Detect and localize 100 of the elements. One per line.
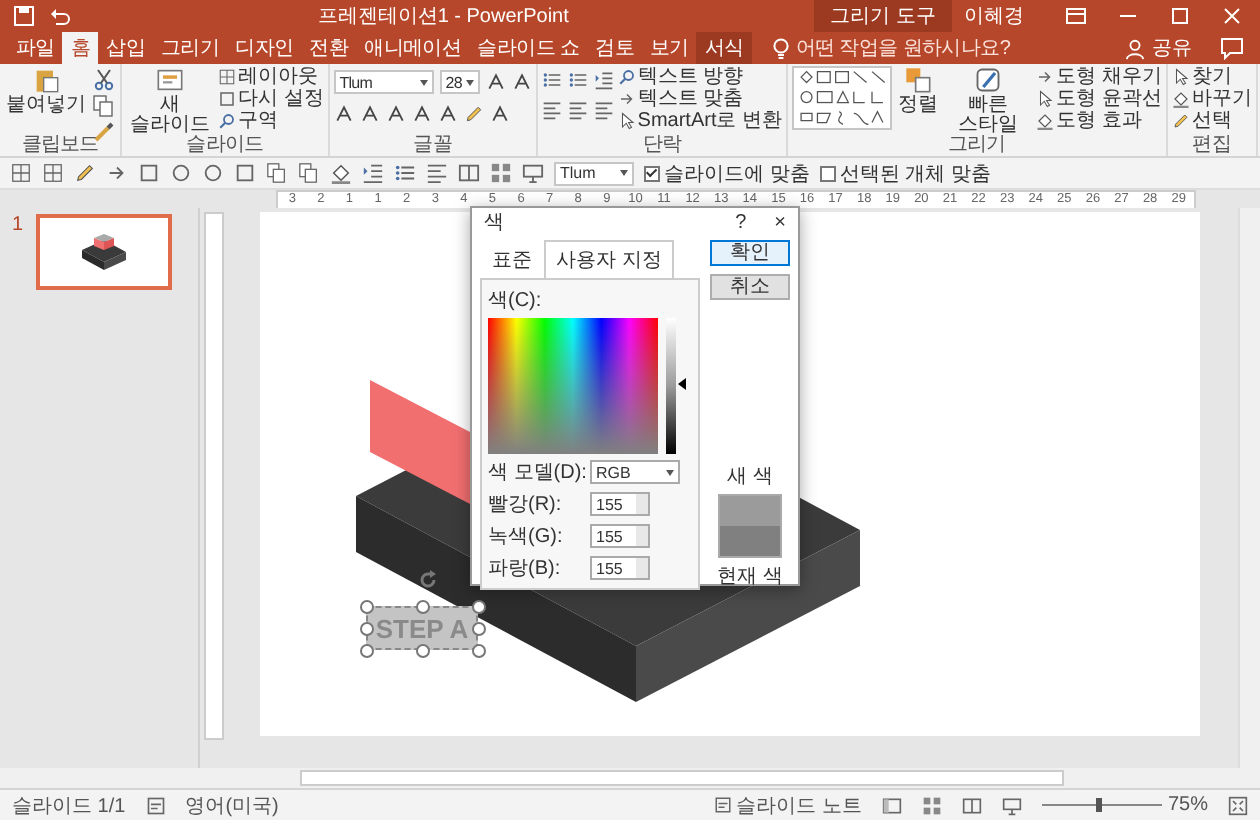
ribbon-tab[interactable]: 전환 bbox=[301, 32, 357, 64]
letter-icon[interactable] bbox=[437, 104, 458, 124]
resize-handle[interactable] bbox=[416, 600, 430, 614]
slideshow-icon[interactable] bbox=[522, 162, 544, 184]
maximize-icon[interactable] bbox=[1168, 4, 1192, 28]
font-name-field[interactable]: Tlum bbox=[333, 70, 434, 94]
ribbon-button[interactable]: SmartArt로 변환 bbox=[617, 110, 783, 132]
ribbon-tab[interactable]: 애니메이션 bbox=[356, 32, 470, 64]
luminance-pointer-icon[interactable] bbox=[678, 378, 686, 390]
ribbon-button[interactable]: 레이아웃 bbox=[218, 66, 324, 88]
letter-icon[interactable] bbox=[411, 104, 432, 124]
share-button[interactable]: 공유 bbox=[1112, 32, 1204, 64]
ribbon-tab[interactable]: 파일 bbox=[8, 32, 63, 64]
shapes-gallery[interactable] bbox=[792, 66, 893, 130]
horizontal-scrollbar[interactable] bbox=[0, 768, 1260, 788]
bullet-list-icon[interactable] bbox=[541, 70, 562, 90]
ribbon-button[interactable]: 바꾸기 bbox=[1171, 88, 1252, 110]
grid-icon[interactable] bbox=[42, 162, 64, 184]
indent-icon[interactable] bbox=[362, 162, 384, 184]
ribbon-button[interactable]: 새 슬라이드 bbox=[126, 66, 214, 136]
circle-icon[interactable] bbox=[202, 162, 224, 184]
help-button[interactable]: ? bbox=[735, 211, 747, 233]
ribbon-button[interactable]: 도형 채우기 bbox=[1036, 66, 1162, 88]
undo-icon[interactable] bbox=[48, 4, 72, 28]
letter-icon[interactable] bbox=[359, 104, 380, 124]
tell-me-field[interactable]: 어떤 작업을 원하시나요? bbox=[795, 37, 1032, 59]
copy-icon[interactable] bbox=[92, 94, 116, 118]
dialog-tab[interactable]: 사용자 지정 bbox=[544, 240, 674, 278]
slide-sorter-icon[interactable] bbox=[921, 795, 942, 815]
number-field[interactable]: 155 bbox=[590, 556, 650, 580]
letter-icon[interactable] bbox=[511, 72, 532, 92]
letter-icon[interactable] bbox=[333, 104, 354, 124]
bullet-list-icon[interactable] bbox=[567, 70, 588, 90]
letter-icon[interactable] bbox=[485, 72, 506, 92]
arrow-icon[interactable] bbox=[106, 162, 128, 184]
fit-checkbox[interactable]: 슬라이드에 맞춤 bbox=[644, 159, 810, 187]
letter-icon[interactable] bbox=[489, 104, 510, 124]
indent-icon[interactable] bbox=[593, 70, 614, 90]
ribbon-tab[interactable]: 그리기 bbox=[153, 32, 228, 64]
number-field[interactable]: 155 bbox=[590, 524, 650, 548]
font-size-field[interactable]: 28 bbox=[439, 70, 480, 94]
paint-bucket-icon[interactable] bbox=[330, 162, 352, 184]
bullet-list-icon[interactable] bbox=[394, 162, 416, 184]
ribbon-button[interactable]: 도형 효과 bbox=[1036, 110, 1162, 132]
ribbon-tab[interactable]: 디자인 bbox=[227, 32, 302, 64]
dialog-tab[interactable]: 표준 bbox=[480, 240, 544, 278]
slideshow-icon[interactable] bbox=[1001, 795, 1022, 815]
fit-checkbox[interactable]: 선택된 개체 맞춤 bbox=[819, 159, 991, 187]
ribbon-button[interactable]: 도형 윤곽선 bbox=[1036, 88, 1162, 110]
letter-icon[interactable] bbox=[385, 104, 406, 124]
ribbon-button[interactable]: 구역 bbox=[218, 110, 324, 132]
ribbon-button[interactable]: 찾기 bbox=[1171, 66, 1252, 88]
align-left-icon[interactable] bbox=[567, 100, 588, 120]
ribbon-button[interactable]: 다시 설정 bbox=[218, 88, 324, 110]
user-name[interactable]: 이혜경 bbox=[964, 2, 1024, 30]
ribbon-button[interactable]: 텍스트 방향 bbox=[617, 66, 783, 88]
ribbon-tab[interactable]: 슬라이드 쇼 bbox=[469, 32, 588, 64]
notes-button[interactable]: 슬라이드 노트 bbox=[714, 791, 862, 819]
reading-view-icon[interactable] bbox=[458, 162, 480, 184]
ribbon-tab[interactable]: 검토 bbox=[587, 32, 643, 64]
ribbon-tab[interactable]: 삽입 bbox=[98, 32, 154, 64]
ribbon-button[interactable]: 붙여넣기 bbox=[4, 66, 88, 116]
slide-thumbnail[interactable] bbox=[35, 214, 172, 290]
square-icon[interactable] bbox=[138, 162, 160, 184]
dialog-button[interactable]: 취소 bbox=[710, 274, 790, 300]
align-left-icon[interactable] bbox=[426, 162, 448, 184]
color-model-dropdown[interactable]: RGB bbox=[590, 460, 680, 484]
luminance-bar[interactable] bbox=[666, 318, 676, 454]
reading-view-icon[interactable] bbox=[961, 795, 982, 815]
ribbon-tab[interactable]: 홈 bbox=[62, 32, 99, 64]
align-left-icon[interactable] bbox=[541, 100, 562, 120]
ribbon-button[interactable]: 텍스트 맞춤 bbox=[617, 88, 783, 110]
copy-icon[interactable] bbox=[298, 162, 320, 184]
pencil-icon[interactable] bbox=[74, 162, 96, 184]
rotate-handle-icon[interactable] bbox=[416, 568, 440, 592]
grid-icon[interactable] bbox=[10, 162, 32, 184]
close-button[interactable]: × bbox=[774, 211, 786, 233]
normal-view-icon[interactable] bbox=[881, 795, 902, 815]
color-spectrum[interactable] bbox=[488, 318, 658, 454]
align-left-icon[interactable] bbox=[593, 100, 614, 120]
circle-icon[interactable] bbox=[170, 162, 192, 184]
close-icon[interactable] bbox=[1220, 4, 1244, 28]
ribbon-options-icon[interactable] bbox=[1064, 4, 1088, 28]
language-indicator[interactable]: 영어(미국) bbox=[185, 791, 279, 819]
slide-sorter-icon[interactable] bbox=[490, 162, 512, 184]
ribbon-tab[interactable]: 서식 bbox=[696, 32, 752, 64]
number-field[interactable]: 155 bbox=[590, 492, 650, 516]
fit-window-icon[interactable] bbox=[1228, 795, 1248, 815]
ribbon-button[interactable]: 선택 bbox=[1171, 110, 1252, 132]
dialog-button[interactable]: 확인 bbox=[710, 240, 790, 266]
ribbon-button[interactable]: 정렬 bbox=[896, 66, 941, 116]
comment-icon[interactable] bbox=[1220, 36, 1244, 60]
zoom-level[interactable]: 75% bbox=[1167, 794, 1208, 816]
resize-handle[interactable] bbox=[416, 644, 430, 658]
ribbon-button[interactable]: 빠른 스타일 bbox=[944, 66, 1033, 136]
scissors-icon[interactable] bbox=[92, 68, 116, 92]
square-icon[interactable] bbox=[234, 162, 256, 184]
font-name-field[interactable]: Tlum bbox=[554, 161, 634, 185]
save-icon[interactable] bbox=[12, 4, 36, 28]
copy-icon[interactable] bbox=[266, 162, 288, 184]
